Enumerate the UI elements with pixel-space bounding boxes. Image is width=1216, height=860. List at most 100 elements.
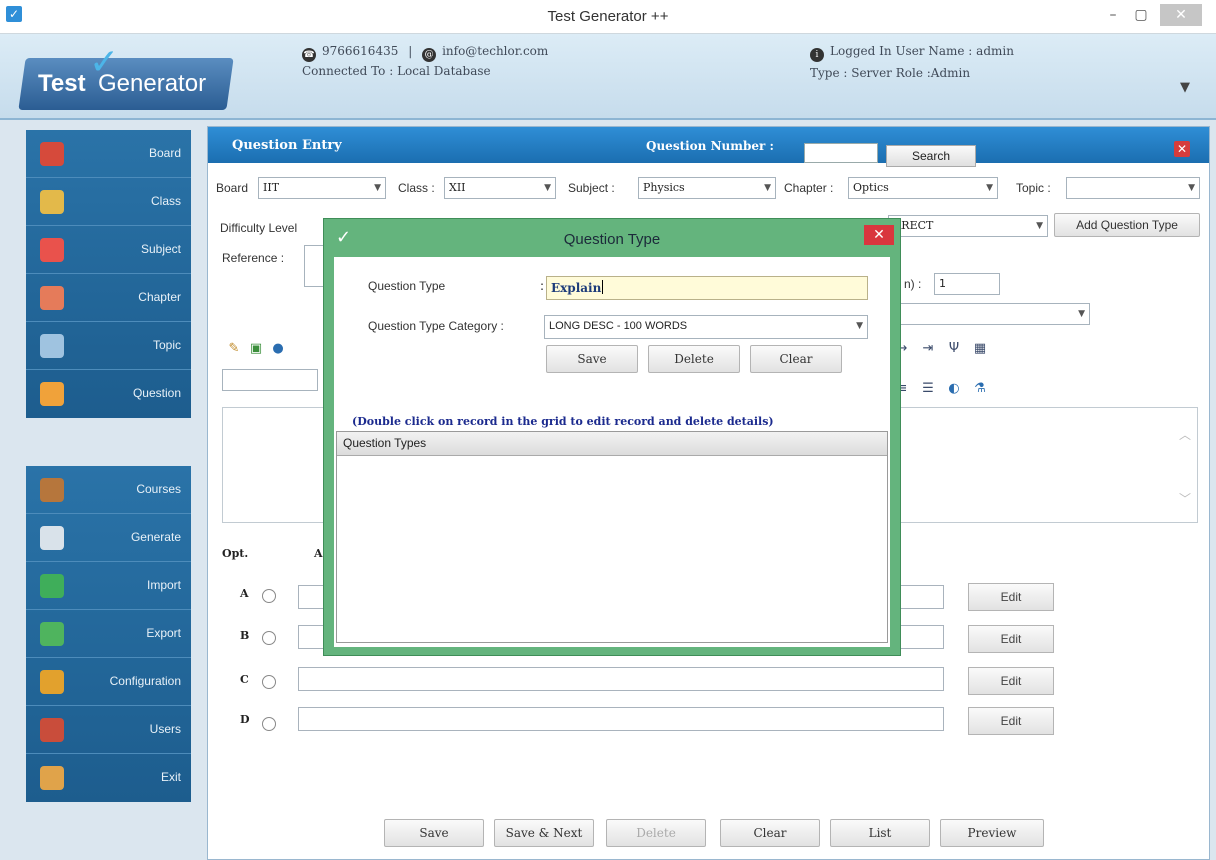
preview-button[interactable]: Preview — [940, 819, 1044, 847]
minimize-button[interactable]: – — [1098, 4, 1128, 26]
category-value: LONG DESC - 100 WORDS — [549, 320, 688, 332]
option-b-radio[interactable] — [262, 631, 276, 645]
sidebar-item-generate[interactable]: Generate — [26, 514, 191, 562]
search-button[interactable]: Search — [886, 145, 976, 167]
sidebar-item-board[interactable]: Board — [26, 130, 191, 178]
close-icon[interactable]: ✕ — [1174, 141, 1190, 157]
contact-line: ☎ 9766616435 | @ info@techlor.com — [302, 44, 548, 62]
user-menu-dropdown-icon[interactable]: ▼ — [1180, 80, 1190, 95]
chevron-down-icon: ▼ — [856, 321, 863, 331]
image-icon[interactable]: ▣ — [248, 341, 264, 357]
add-question-type-button[interactable]: Add Question Type — [1054, 213, 1200, 237]
chevron-down-icon: ▼ — [1188, 183, 1195, 193]
topic-label: Topic : — [1016, 181, 1051, 195]
numbered-list-icon[interactable]: ☰ — [920, 381, 936, 397]
subject-value: Physics — [643, 181, 685, 194]
topic-select[interactable]: ▼ — [1066, 177, 1200, 199]
grid-column-header[interactable]: Question Types — [337, 432, 887, 456]
table-icon[interactable]: ▦ — [972, 341, 988, 357]
dialog-close-button[interactable]: ✕ — [864, 225, 894, 245]
option-d-input[interactable] — [298, 707, 944, 731]
close-window-button[interactable]: ✕ — [1160, 4, 1202, 26]
sidebar-item-label: Question — [132, 386, 181, 400]
answer-header: A — [314, 547, 323, 560]
chapter-icon — [40, 286, 64, 310]
opt-header: Opt. — [222, 547, 249, 560]
sidebar-item-topic[interactable]: Topic — [26, 322, 191, 370]
sidebar-item-class[interactable]: Class — [26, 178, 191, 226]
marks-input[interactable]: 1 — [934, 273, 1000, 295]
option-letter: C — [240, 673, 249, 686]
edit-icon[interactable]: ✎ — [226, 341, 242, 357]
option-c-radio[interactable] — [262, 675, 276, 689]
link-icon[interactable]: ◐ — [946, 381, 962, 397]
sidebar-item-users[interactable]: Users — [26, 706, 191, 754]
globe-icon[interactable]: ● — [270, 341, 286, 357]
sidebar-item-exit[interactable]: Exit — [26, 754, 191, 802]
chapter-select[interactable]: Optics ▼ — [848, 177, 998, 199]
board-select[interactable]: IIT ▼ — [258, 177, 386, 199]
dialog-save-button[interactable]: Save — [546, 345, 638, 373]
window-title: Test Generator ++ — [547, 8, 669, 25]
users-icon — [40, 718, 64, 742]
save-button[interactable]: Save — [384, 819, 484, 847]
sidebar-item-configuration[interactable]: Configuration — [26, 658, 191, 706]
option-c-edit-button[interactable]: Edit — [968, 667, 1054, 695]
question-types-grid[interactable]: Question Types — [336, 431, 888, 643]
outdent-icon[interactable]: ⇥ — [920, 341, 936, 357]
sidebar-item-question[interactable]: Question — [26, 370, 191, 418]
chapter-label: Chapter : — [784, 181, 834, 195]
clear-button[interactable]: Clear — [720, 819, 820, 847]
sidebar-item-label: Configuration — [109, 674, 181, 688]
question-type-select[interactable]: RRECT ▼ — [888, 215, 1048, 237]
chemistry-icon[interactable]: ⚗ — [972, 381, 988, 397]
category-select[interactable]: LONG DESC - 100 WORDS ▼ — [544, 315, 868, 339]
sidebar-item-label: Chapter — [138, 290, 181, 304]
option-a-edit-button[interactable]: Edit — [968, 583, 1054, 611]
font-input[interactable] — [222, 369, 318, 391]
option-a-radio[interactable] — [262, 589, 276, 603]
option-letter: D — [240, 713, 250, 726]
dialog-title: Question Type — [563, 231, 661, 248]
dialog-delete-button[interactable]: Delete — [648, 345, 740, 373]
sidebar-item-chapter[interactable]: Chapter — [26, 274, 191, 322]
question-number-input[interactable] — [804, 143, 878, 163]
option-c-input[interactable] — [298, 667, 944, 691]
option-d-edit-button[interactable]: Edit — [968, 707, 1054, 735]
class-icon — [40, 190, 64, 214]
sidebar-item-subject[interactable]: Subject — [26, 226, 191, 274]
class-select[interactable]: XII ▼ — [444, 177, 556, 199]
board-icon — [40, 142, 64, 166]
save-next-button[interactable]: Save & Next — [494, 819, 594, 847]
option-d-radio[interactable] — [262, 717, 276, 731]
window-titlebar: ✓ Test Generator ++ – ▢ ✕ — [0, 0, 1216, 34]
symbol-icon[interactable]: Ψ — [946, 341, 962, 357]
question-type-colon: : — [540, 279, 545, 293]
app-logo: ✓ Test Generator — [18, 42, 234, 110]
sidebar-tools-group: Courses Generate Import Export Configura… — [26, 466, 191, 802]
option-b-edit-button[interactable]: Edit — [968, 625, 1054, 653]
scroll-up-icon[interactable]: ︿ — [1179, 426, 1191, 443]
logo-test-text: Test — [38, 70, 86, 97]
sidebar-item-export[interactable]: Export — [26, 610, 191, 658]
question-type-input[interactable]: Explain — [546, 276, 868, 300]
secondary-select[interactable]: ▼ — [898, 303, 1090, 325]
question-icon — [40, 382, 64, 406]
sidebar-item-label: Generate — [130, 530, 181, 544]
class-label: Class : — [398, 181, 435, 195]
delete-button[interactable]: Delete — [606, 819, 706, 847]
category-label: Question Type Category : — [368, 319, 504, 333]
export-icon — [40, 622, 64, 646]
sidebar-item-label: Import — [146, 578, 181, 592]
scroll-down-icon[interactable]: ﹀ — [1179, 490, 1191, 507]
sidebar-item-courses[interactable]: Courses — [26, 466, 191, 514]
app-header: ✓ Test Generator ☎ 9766616435 | @ info@tec… — [0, 34, 1216, 120]
sidebar-item-import[interactable]: Import — [26, 562, 191, 610]
dialog-clear-button[interactable]: Clear — [750, 345, 842, 373]
user-icon: i — [810, 48, 824, 62]
maximize-button[interactable]: ▢ — [1126, 4, 1156, 26]
logged-in-user: Logged In User Name : admin — [830, 44, 1014, 58]
configuration-icon — [40, 670, 64, 694]
subject-select[interactable]: Physics ▼ — [638, 177, 776, 199]
list-button[interactable]: List — [830, 819, 930, 847]
